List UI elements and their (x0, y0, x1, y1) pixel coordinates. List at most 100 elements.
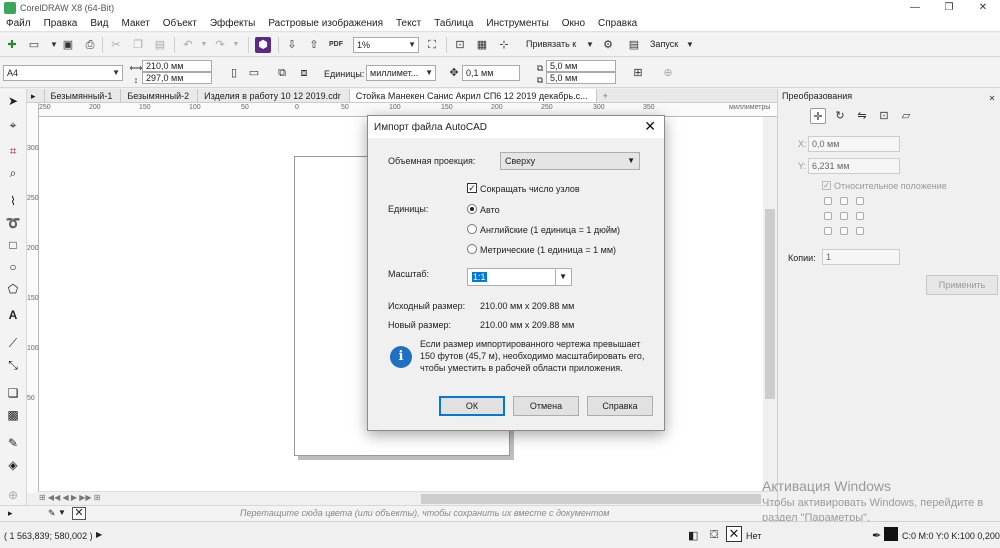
snap-dropdown-icon[interactable]: ▼ (582, 37, 598, 53)
page-navigator-icon[interactable]: ⊞ ◀◀ ◀ ▶ ▶▶ ⊞ (39, 493, 100, 502)
anchor-point[interactable] (824, 197, 832, 205)
unit-english-radio[interactable] (467, 224, 477, 234)
page-height-input[interactable]: 297,0 мм (142, 72, 212, 84)
polygon-tool-icon[interactable]: ⬠ (5, 281, 21, 297)
undo-icon[interactable]: ↶ (180, 37, 196, 53)
anchor-point[interactable] (840, 197, 848, 205)
transparency-tool-icon[interactable]: ▩ (5, 407, 21, 423)
menu-table[interactable]: Таблица (434, 18, 473, 29)
portrait-icon[interactable]: ▯ (226, 65, 242, 81)
grid-icon[interactable]: ▦ (474, 37, 490, 53)
options-gear-icon[interactable]: ⚙ (600, 37, 616, 53)
dimension-tool-icon[interactable]: ⟋ (5, 335, 21, 351)
horizontal-scrollbar[interactable]: ⊞ ◀◀ ◀ ▶ ▶▶ ⊞ (37, 491, 777, 505)
rulers-icon[interactable]: ⊡ (452, 37, 468, 53)
dialog-close-icon[interactable]: ✕ (644, 118, 656, 135)
current-page-icon[interactable]: ⧈ (296, 65, 312, 81)
launch-label[interactable]: Запуск (650, 39, 678, 49)
add-plus-icon[interactable]: ⊕ (660, 65, 676, 81)
print-icon[interactable]: ⎙ (82, 37, 98, 53)
tab-untitled-2[interactable]: Безымянный-2 (121, 89, 199, 102)
zoom-tool-icon[interactable]: ⌕ (5, 165, 21, 181)
open-folder-icon[interactable]: ▭ (26, 37, 42, 53)
full-screen-icon[interactable]: ⛶ (424, 37, 440, 53)
drop-shadow-tool-icon[interactable]: ❏ (5, 385, 21, 401)
cut-icon[interactable]: ✂ (108, 37, 124, 53)
menu-bitmaps[interactable]: Растровые изображения (268, 18, 383, 29)
menu-help[interactable]: Справка (598, 18, 637, 29)
snap-to-label[interactable]: Привязать к (526, 39, 576, 49)
redo-icon[interactable]: ↷ (212, 37, 228, 53)
guidelines-icon[interactable]: ⊹ (496, 37, 512, 53)
pick-tool-icon[interactable]: ➤ (5, 93, 21, 109)
duplicate-x-input[interactable]: 5,0 мм (546, 60, 616, 72)
palette-eyedropper-icon[interactable]: ✎ (48, 508, 56, 519)
copy-icon[interactable]: ❐ (130, 37, 146, 53)
text-tool-icon[interactable]: A (5, 307, 21, 323)
shape-tool-icon[interactable]: ⌖ (5, 117, 21, 133)
unit-auto-radio[interactable] (467, 204, 477, 214)
menu-view[interactable]: Вид (90, 18, 108, 29)
menu-edit[interactable]: Правка (44, 18, 78, 29)
anchor-point[interactable] (824, 212, 832, 220)
apply-button[interactable]: Применить (926, 275, 998, 295)
search-content-icon[interactable]: ⬢ (255, 37, 271, 53)
anchor-point[interactable] (856, 212, 864, 220)
help-button[interactable]: Справка (587, 396, 653, 416)
scroll-thumb[interactable] (421, 494, 761, 504)
ellipse-tool-icon[interactable]: ○ (5, 259, 21, 275)
ok-button[interactable]: ОК (439, 396, 505, 416)
vertical-ruler[interactable]: 300 250 200 150 100 50 (27, 103, 39, 493)
no-color-swatch-icon[interactable]: ✕ (72, 507, 86, 520)
copies-input[interactable]: 1 (822, 249, 900, 265)
eyedropper-tool-icon[interactable]: ✎ (5, 435, 21, 451)
relative-position-checkbox[interactable]: ✓ (822, 181, 831, 190)
scale-combo[interactable]: 1:1 ▼ (467, 268, 572, 286)
pdf-publish-icon[interactable]: PDF (328, 37, 344, 53)
menu-tools[interactable]: Инструменты (486, 18, 548, 29)
launch-icon[interactable]: ▤ (626, 37, 642, 53)
tab-stand-mannequin[interactable]: Стойка Манекен Санис Акрил СП6 12 2019 д… (349, 89, 597, 102)
menu-effects[interactable]: Эффекты (210, 18, 255, 29)
tab-untitled-1[interactable]: Безымянный-1 (45, 89, 122, 102)
rotate-icon[interactable]: ↻ (832, 108, 848, 124)
add-tool-plus-icon[interactable]: ⊕ (5, 487, 21, 503)
redo-dropdown-icon[interactable]: ▼ (228, 37, 244, 53)
landscape-icon[interactable]: ▭ (246, 65, 262, 81)
units-combo[interactable]: миллимет... ▼ (366, 65, 436, 81)
nudge-distance-input[interactable]: 0,1 мм (462, 65, 520, 81)
menu-text[interactable]: Текст (396, 18, 421, 29)
anchor-point[interactable] (824, 227, 832, 235)
anchor-point[interactable] (856, 197, 864, 205)
all-pages-icon[interactable]: ⧉ (274, 65, 290, 81)
new-document-icon[interactable]: ✚ (4, 37, 20, 53)
close-button[interactable]: ✕ (966, 0, 1000, 16)
anchor-point[interactable] (840, 212, 848, 220)
menu-file[interactable]: Файл (6, 18, 31, 29)
unit-english-label[interactable]: Английские (1 единица = 1 дюйм) (480, 225, 620, 235)
menu-layout[interactable]: Макет (121, 18, 149, 29)
freehand-tool-icon[interactable]: ⌇ (5, 193, 21, 209)
menu-object[interactable]: Объект (163, 18, 197, 29)
tab-products-in-work[interactable]: Изделия в работу 10 12 2019.cdr (198, 89, 350, 102)
tab-add-plus-icon[interactable]: + (597, 89, 616, 102)
scroll-thumb[interactable] (765, 209, 775, 399)
duplicate-y-input[interactable]: 5,0 мм (546, 72, 616, 84)
artistic-media-icon[interactable]: ➰ (5, 215, 21, 231)
palette-dropdown-icon[interactable]: ▼ (58, 508, 66, 517)
page-size-combo[interactable]: A4 ▼ (3, 65, 123, 81)
paste-icon[interactable]: ▤ (152, 37, 168, 53)
interactive-fill-icon[interactable]: ◈ (5, 457, 21, 473)
anchor-point[interactable] (856, 227, 864, 235)
undo-dropdown-icon[interactable]: ▼ (196, 37, 212, 53)
save-icon[interactable]: ▣ (60, 37, 76, 53)
reduce-nodes-label[interactable]: Сокращать число узлов (480, 184, 580, 194)
palette-arrow-icon[interactable]: ▸ (8, 508, 13, 519)
launch-dropdown-icon[interactable]: ▼ (682, 37, 698, 53)
rectangle-tool-icon[interactable]: □ (5, 237, 21, 253)
tab-scroll-left-icon[interactable]: ▸ (27, 89, 45, 102)
unit-metric-radio[interactable] (467, 244, 477, 254)
unit-auto-label[interactable]: Авто (480, 205, 500, 215)
unit-metric-label[interactable]: Метрические (1 единица = 1 мм) (480, 245, 616, 255)
scale-mirror-icon[interactable]: ⇋ (854, 108, 870, 124)
